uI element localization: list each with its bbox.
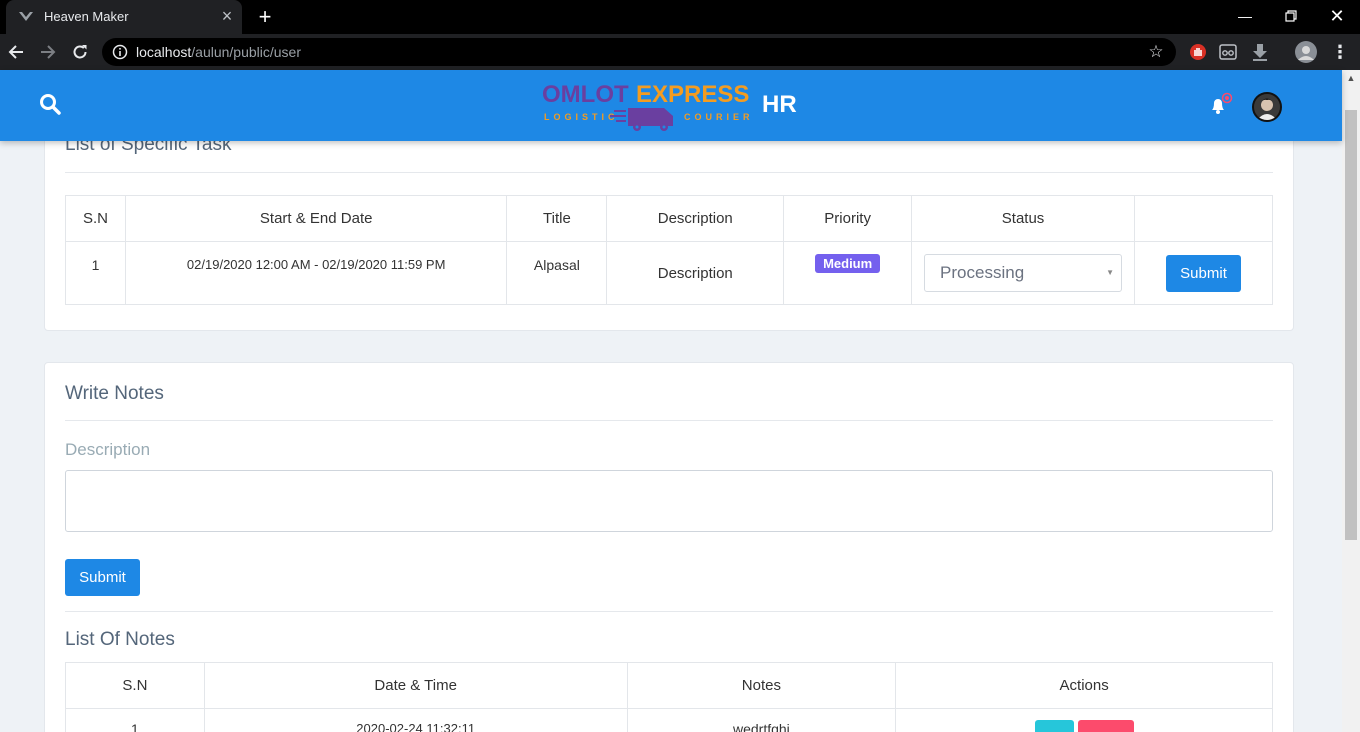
section-label: HR — [762, 91, 797, 118]
cell-note: wedrtfghj — [626, 708, 897, 732]
notes-card-title: Write Notes — [65, 383, 164, 404]
browser-tab-favicon — [19, 12, 33, 21]
cell-priority: Medium — [783, 241, 913, 305]
table-row: 1 2020-02-24 11:32:11 wedrtfghj — [65, 708, 1273, 732]
status-select-value: Processing — [940, 263, 1025, 282]
star-icon[interactable]: ☆ — [1146, 42, 1166, 62]
menu-dots-icon[interactable]: ⋮ — [1328, 40, 1352, 64]
svg-text:COURIER: COURIER — [684, 112, 754, 122]
notes-list-divider — [65, 611, 1273, 612]
priority-badge: Medium — [815, 254, 881, 273]
col-priority: Priority — [783, 195, 913, 242]
back-arrow-icon[interactable] — [4, 40, 28, 64]
col-description: Description — [606, 195, 785, 242]
profile-avatar-icon[interactable] — [1294, 40, 1318, 64]
browser-tab-bar: Heaven Maker × + — ✕ — [0, 0, 1360, 34]
cell-datetime: 2020-02-24 11:32:11 — [203, 708, 628, 732]
notes-list-title: List Of Notes — [65, 629, 175, 650]
col-sn: S.N — [65, 662, 205, 709]
table-row: 1 02/19/2020 12:00 AM - 02/19/2020 11:59… — [65, 241, 1273, 305]
page-scrollbar[interactable]: ▲ — [1342, 70, 1360, 732]
task-submit-button[interactable]: Submit — [1166, 254, 1242, 292]
address-bar[interactable]: localhost/aulun/public/user ☆ — [102, 38, 1176, 66]
col-dates: Start & End Date — [124, 195, 508, 242]
extension-red-hand-icon[interactable] — [1188, 42, 1208, 62]
col-status: Status — [911, 195, 1136, 242]
col-datetime: Date & Time — [203, 662, 628, 709]
svg-text:OMLOT: OMLOT — [542, 81, 629, 108]
avatar[interactable] — [1252, 92, 1282, 122]
col-action — [1134, 195, 1273, 242]
close-icon[interactable]: × — [218, 6, 236, 26]
svg-text:EXPRESS: EXPRESS — [636, 81, 749, 108]
notes-submit-button[interactable]: Submit — [65, 559, 140, 596]
col-actions: Actions — [895, 662, 1273, 709]
notes-table: S.N Date & Time Notes Actions 1 2020-02-… — [65, 662, 1273, 732]
notes-card-divider — [65, 420, 1273, 421]
maximize-icon[interactable] — [1276, 4, 1306, 28]
browser-tab-title: Heaven Maker — [44, 9, 129, 24]
download-icon[interactable] — [1250, 42, 1270, 62]
task-card-divider — [65, 172, 1273, 173]
app-header: OMLOT EXPRESS LOGISTIC COURIER HR — [0, 70, 1342, 141]
info-icon[interactable] — [112, 44, 128, 60]
bell-icon[interactable] — [1206, 92, 1234, 120]
description-label: Description — [65, 440, 151, 459]
extension-glasses-icon[interactable] — [1218, 42, 1238, 62]
company-logo[interactable]: OMLOT EXPRESS LOGISTIC COURIER — [540, 78, 754, 134]
col-sn: S.N — [65, 195, 126, 242]
cell-description: Description — [606, 241, 785, 305]
notes-card: Write Notes Description Submit List Of N… — [44, 362, 1294, 732]
svg-text:LOGISTIC: LOGISTIC — [544, 112, 619, 122]
col-notes: Notes — [626, 662, 897, 709]
task-table: S.N Start & End Date Title Description P… — [65, 195, 1273, 305]
delete-button[interactable] — [1077, 720, 1134, 732]
cell-action: Submit — [1134, 241, 1273, 305]
cell-sn: 1 — [65, 708, 205, 732]
cell-sn: 1 — [65, 241, 126, 305]
url-text: localhost/aulun/public/user — [136, 44, 302, 60]
chevron-down-icon: ▼ — [1106, 268, 1115, 277]
cell-dates: 02/19/2020 12:00 AM - 02/19/2020 11:59 P… — [124, 241, 508, 305]
status-select[interactable]: Processing ▼ — [924, 254, 1123, 292]
task-card: List of Specific Task S.N Start & End Da… — [44, 110, 1294, 331]
forward-arrow-icon[interactable] — [36, 40, 60, 64]
cell-title: Alpasal — [506, 241, 608, 305]
cell-actions — [895, 708, 1273, 732]
scroll-up-arrow-icon[interactable]: ▲ — [1342, 70, 1360, 86]
browser-toolbar: localhost/aulun/public/user ☆ ⋮ — [0, 34, 1360, 70]
description-textarea[interactable] — [65, 470, 1273, 532]
reload-icon[interactable] — [68, 40, 92, 64]
cell-status: Processing ▼ — [911, 241, 1136, 305]
minimize-icon[interactable]: — — [1230, 4, 1260, 28]
edit-button[interactable] — [1034, 720, 1074, 732]
window-close-icon[interactable]: ✕ — [1322, 4, 1352, 28]
search-icon[interactable] — [38, 92, 62, 116]
col-title: Title — [506, 195, 608, 242]
plus-icon[interactable]: + — [254, 4, 276, 30]
browser-tab[interactable]: Heaven Maker × — [6, 0, 242, 34]
scroll-thumb[interactable] — [1345, 110, 1357, 540]
